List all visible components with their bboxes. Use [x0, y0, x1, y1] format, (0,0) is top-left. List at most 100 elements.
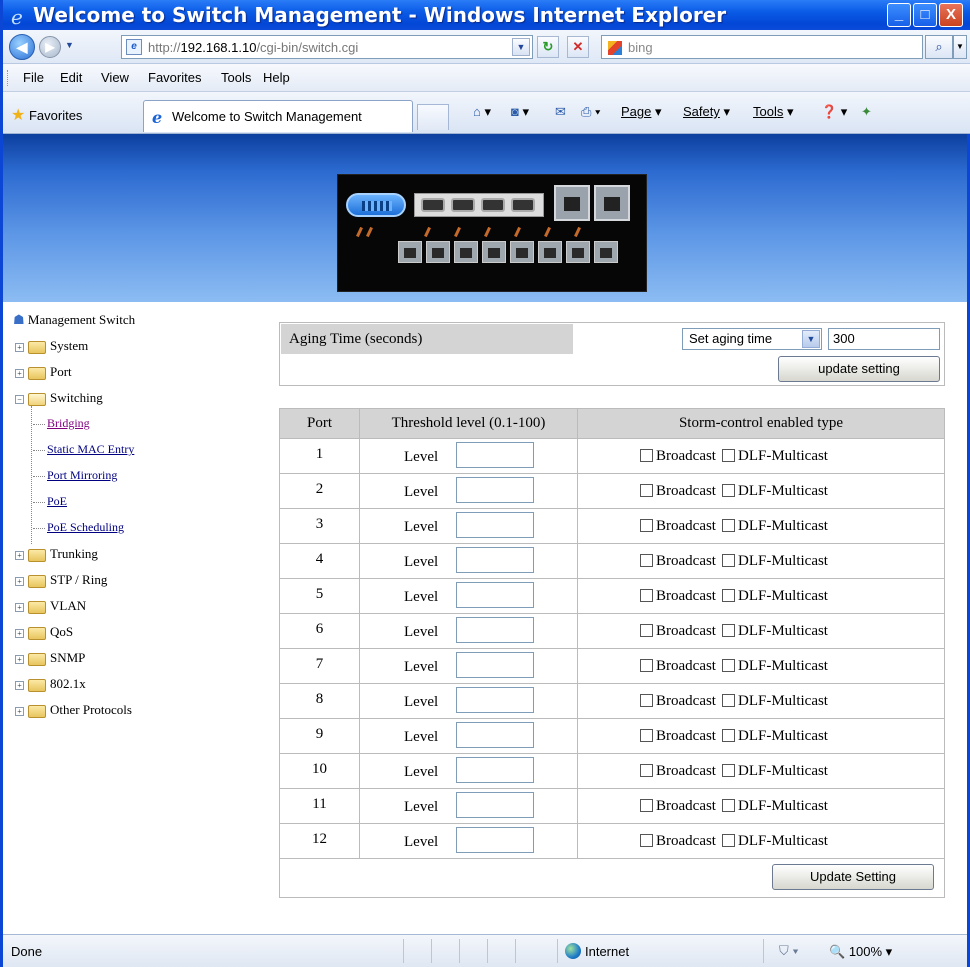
threshold-level-input[interactable]	[456, 442, 534, 468]
dlf-multicast-checkbox[interactable]	[721, 729, 735, 742]
favorites-button[interactable]: ★ Favorites	[11, 105, 82, 125]
broadcast-checkbox[interactable]	[640, 729, 653, 742]
help-button[interactable]: ❓ ▾	[821, 104, 847, 120]
maximize-button[interactable]: □	[913, 3, 937, 27]
safety-menu[interactable]: Safety ▾	[683, 104, 730, 120]
sidebar-subitem-bridging[interactable]: Bridging	[33, 416, 90, 431]
minimize-button[interactable]: _	[887, 3, 911, 27]
broadcast-checkbox[interactable]	[640, 624, 653, 637]
broadcast-checkbox[interactable]	[640, 694, 653, 707]
feeds-button[interactable]: ◙ ▾	[511, 104, 529, 120]
dlf-multicast-checkbox[interactable]	[721, 834, 735, 847]
threshold-level-input[interactable]	[456, 652, 534, 678]
broadcast-checkbox[interactable]	[640, 834, 653, 847]
broadcast-checkbox[interactable]	[640, 449, 653, 462]
sidebar-subitem-port-mirroring[interactable]: Port Mirroring	[33, 468, 117, 483]
threshold-level-input[interactable]	[456, 477, 534, 503]
sidebar-item-vlan[interactable]: + VLAN	[15, 598, 86, 614]
update-storm-setting-button[interactable]: Update Setting	[772, 864, 934, 890]
threshold-level-input[interactable]	[456, 512, 534, 538]
menu-file[interactable]: File	[23, 70, 44, 85]
sidebar-item-8021x[interactable]: +802.1x	[15, 676, 86, 692]
broadcast-checkbox[interactable]	[640, 799, 653, 812]
broadcast-checkbox[interactable]	[640, 659, 653, 672]
search-icon[interactable]: ⌕	[925, 35, 953, 59]
search-options-icon[interactable]: ▼	[953, 35, 967, 59]
broadcast-checkbox[interactable]	[640, 554, 653, 567]
sidebar-subitem-static-mac-entry[interactable]: Static MAC Entry	[33, 442, 134, 457]
research-icon[interactable]: ✦	[861, 104, 872, 120]
expand-icon[interactable]: +	[15, 654, 24, 664]
new-tab-button[interactable]	[417, 104, 449, 130]
forward-button[interactable]: ▶	[39, 36, 61, 58]
broadcast-checkbox[interactable]	[640, 764, 653, 777]
tab-switch-management[interactable]: e Welcome to Switch Management	[143, 100, 413, 132]
expand-icon[interactable]: +	[15, 342, 24, 352]
url-field[interactable]: e http://192.168.1.10/cgi-bin/switch.cgi…	[121, 35, 533, 59]
menu-tools[interactable]: Tools	[221, 70, 251, 85]
back-button[interactable]: ◀	[9, 34, 35, 60]
sidebar-item-port[interactable]: + Port	[15, 364, 72, 380]
sidebar-item-qos[interactable]: + QoS	[15, 624, 73, 640]
expand-icon[interactable]: +	[15, 628, 24, 638]
zoom-level[interactable]: 🔍 100% ▾	[829, 944, 892, 960]
page-menu[interactable]: Page ▾	[621, 104, 662, 120]
menu-favorites[interactable]: Favorites	[148, 70, 201, 85]
sidebar-item-switching[interactable]: − Switching	[15, 390, 103, 406]
broadcast-checkbox[interactable]	[640, 484, 653, 497]
expand-icon[interactable]: +	[15, 680, 24, 690]
print-button[interactable]: ⎙ ▾	[581, 104, 600, 120]
dlf-multicast-checkbox[interactable]	[721, 799, 735, 812]
protected-mode-icon[interactable]: ⛉ ▾	[779, 943, 799, 959]
menu-view[interactable]: View	[101, 70, 129, 85]
dlf-multicast-checkbox[interactable]	[721, 449, 735, 462]
dlf-multicast-checkbox[interactable]	[721, 484, 735, 497]
aging-time-input[interactable]: 300	[828, 328, 940, 350]
dlf-multicast-checkbox[interactable]	[721, 519, 735, 532]
broadcast-checkbox[interactable]	[640, 519, 653, 532]
expand-icon[interactable]: +	[15, 576, 24, 586]
dlf-multicast-checkbox[interactable]	[721, 624, 735, 637]
sidebar-item-stp-ring[interactable]: + STP / Ring	[15, 572, 107, 588]
search-input[interactable]: bing	[601, 35, 923, 59]
menu-edit[interactable]: Edit	[60, 70, 82, 85]
sidebar-item-trunking[interactable]: + Trunking	[15, 546, 98, 562]
update-setting-button[interactable]: update setting	[778, 356, 940, 382]
dlf-multicast-checkbox[interactable]	[721, 554, 735, 567]
threshold-level-input[interactable]	[456, 582, 534, 608]
threshold-level-input[interactable]	[456, 617, 534, 643]
collapse-icon[interactable]: −	[15, 394, 24, 404]
tree-root[interactable]: ☗ Management Switch	[13, 312, 135, 328]
expand-icon[interactable]: +	[15, 550, 24, 560]
threshold-level-input[interactable]	[456, 757, 534, 783]
threshold-level-input[interactable]	[456, 687, 534, 713]
sidebar-item-snmp[interactable]: + SNMP	[15, 650, 85, 666]
stop-icon[interactable]: ✕	[567, 36, 589, 58]
threshold-level-input[interactable]	[456, 547, 534, 573]
menu-help[interactable]: Help	[263, 70, 290, 85]
chevron-down-icon[interactable]: ▼	[802, 330, 820, 348]
history-dropdown-icon[interactable]: ▼	[65, 40, 74, 50]
sidebar-item-other-protocols[interactable]: + Other Protocols	[15, 702, 132, 718]
expand-icon[interactable]: +	[15, 706, 24, 716]
dlf-multicast-checkbox[interactable]	[721, 589, 735, 602]
tools-menu[interactable]: Tools ▾	[753, 104, 794, 120]
close-button[interactable]: X	[939, 3, 963, 27]
dlf-multicast-checkbox[interactable]	[721, 694, 735, 707]
refresh-icon[interactable]: ↻	[537, 36, 559, 58]
sidebar-subitem-poe[interactable]: PoE	[33, 494, 67, 509]
mail-button[interactable]: ✉	[555, 104, 566, 120]
expand-icon[interactable]: +	[15, 602, 24, 612]
threshold-level-input[interactable]	[456, 792, 534, 818]
broadcast-checkbox[interactable]	[640, 589, 653, 602]
dlf-multicast-checkbox[interactable]	[721, 659, 735, 672]
dlf-multicast-checkbox[interactable]	[721, 764, 735, 777]
expand-icon[interactable]: +	[15, 368, 24, 378]
threshold-level-input[interactable]	[456, 827, 534, 853]
sidebar-item-system[interactable]: + System	[15, 338, 88, 354]
sidebar-subitem-poe-scheduling[interactable]: PoE Scheduling	[33, 520, 124, 535]
threshold-level-input[interactable]	[456, 722, 534, 748]
url-dropdown-icon[interactable]: ▼	[512, 38, 530, 56]
home-button[interactable]: ⌂ ▾	[473, 104, 491, 120]
aging-time-select[interactable]: Set aging time ▼	[682, 328, 822, 350]
